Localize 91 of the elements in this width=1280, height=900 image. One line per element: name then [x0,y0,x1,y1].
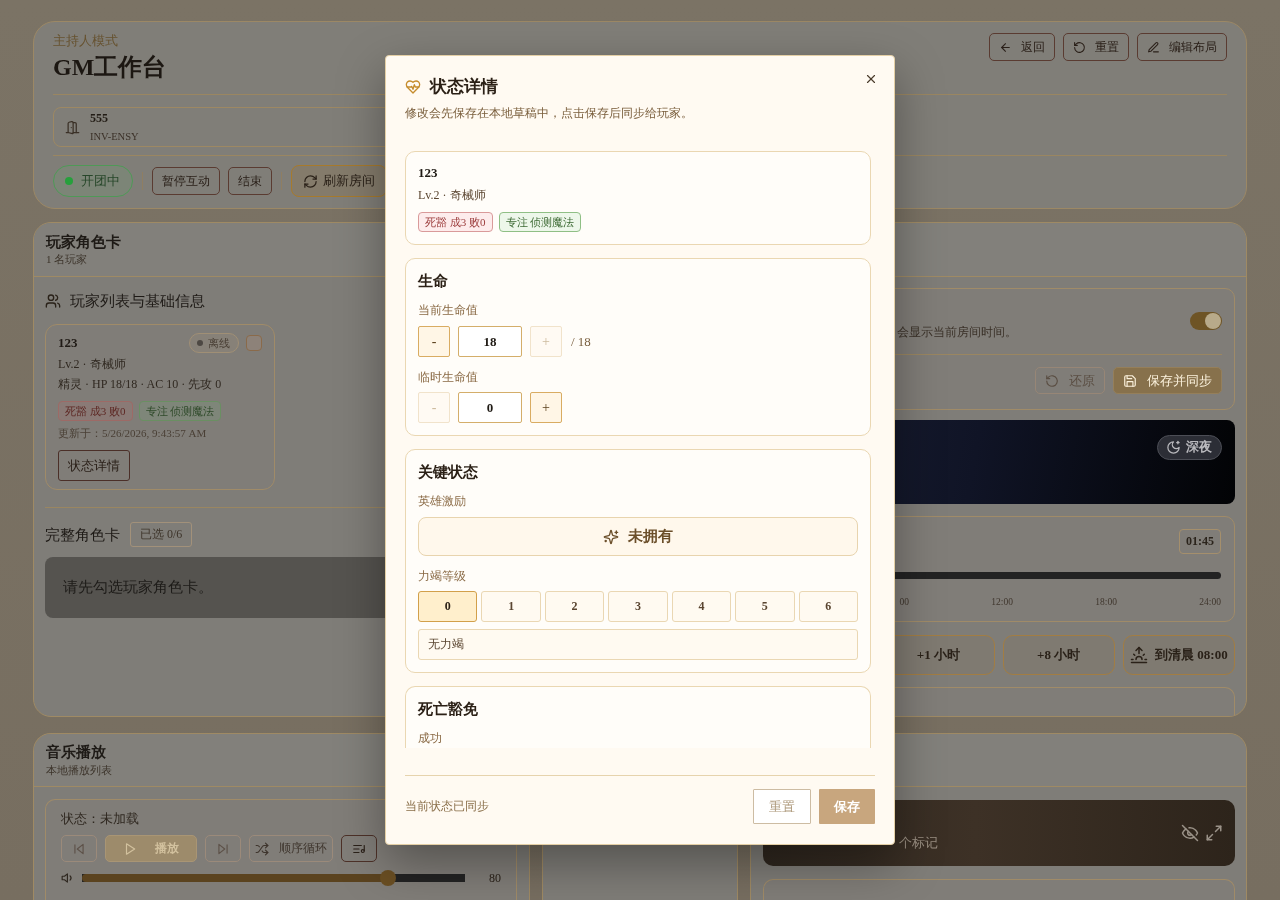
panel-title: 音乐播放 [46,743,106,762]
status-tag: 死豁 成3 败0 [418,212,493,232]
tick-label: 18:00 [1095,596,1117,609]
rotate-left-icon [1073,40,1086,54]
close-icon [864,72,878,86]
moon-icon [1166,440,1181,455]
updated-time: 更新于：5/26/2026, 9:43:57 AM [58,426,207,441]
heart-pulse-icon [405,79,421,95]
card-title: 关键状态 [418,463,478,482]
playback-status: 状态：未加载 [61,810,139,828]
arrow-left-icon [999,40,1012,54]
exhaustion-level-button[interactable]: 5 [735,591,795,622]
card-title: 生命 [418,272,448,291]
sync-status: 当前状态已同步 [405,798,489,815]
refresh-icon [303,173,318,189]
dialog-title: 状态详情 [430,76,498,98]
toggle-switch[interactable] [1190,312,1222,330]
hp-input[interactable]: 0 [458,392,522,423]
select-checkbox[interactable] [246,335,262,351]
edit-layout-button[interactable]: 编辑布局 [1137,33,1227,61]
play-icon [123,841,137,856]
pencil-icon [1147,40,1160,54]
end-session-button[interactable]: 结束 [228,167,272,195]
time-jump-button[interactable]: 到清晨 08:00 [1122,635,1235,675]
decrement-button[interactable]: - [418,326,450,357]
exhaustion-level-button[interactable]: 1 [481,591,541,622]
refresh-room-button[interactable]: 刷新房间 [291,165,387,197]
exhaustion-level-button[interactable]: 3 [608,591,668,622]
presence-label: 离线 [208,335,230,351]
session-status-label: 开团中 [81,172,120,190]
exhaustion-level-button[interactable]: 6 [798,591,858,622]
section-title: 完整角色卡 [45,525,120,545]
status-details-button[interactable]: 状态详情 [58,450,130,481]
users-icon [45,293,61,309]
exhaustion-level-button[interactable]: 0 [418,591,478,622]
shuffle-icon [255,841,269,856]
skip-forward-icon [216,841,230,856]
door-icon [65,118,80,136]
eye-off-icon[interactable] [1181,824,1199,842]
status-tag: 专注 侦测魔法 [498,212,582,232]
invite-code: INV-ENSY [90,130,139,143]
panel-subtitle: 本地播放列表 [46,763,112,777]
tick-label: 00 [899,596,909,609]
field-label: 临时生命值 [418,369,478,386]
exhaustion-note: 无力竭 [418,629,858,660]
field-label: 当前生命值 [418,302,478,319]
slider-thumb[interactable] [380,870,397,886]
speaker-icon [61,871,75,885]
current-time-badge: 01:45 [1179,529,1221,554]
mode-label: 主持人模式 [53,33,118,49]
max-hp: / 18 [571,333,591,350]
skip-back-icon [72,841,86,856]
field-label: 成功 [418,730,442,747]
rotate-left-icon [1045,373,1059,388]
panel-subtitle: 1 名玩家 [46,252,88,266]
status-tag: 死豁 成3 败0 [58,401,133,421]
player-name: 123 [418,164,438,182]
playlist-button[interactable] [341,835,377,862]
status-tag: 专注 侦测魔法 [138,401,222,421]
hp-input[interactable]: 18 [458,326,522,357]
volume-reading: 80 [488,870,501,886]
time-jump-button[interactable]: +8 小时 [1002,635,1115,675]
sparkle-icon [603,528,619,545]
increment-button[interactable]: + [530,392,562,423]
room-name: 555 [90,111,108,126]
field-label: 英雄激励 [418,493,466,510]
field-label: 力竭等级 [418,568,466,585]
dialog-description: 修改会先保存在本地草稿中，点击保存后同步给玩家。 [405,105,693,122]
marker-count: 个标记 [899,834,938,852]
section-title: 玩家列表与基础信息 [70,292,205,311]
card-title: 死亡豁免 [418,700,478,719]
inspiration-toggle[interactable]: 未拥有 [418,517,858,556]
time-of-day-label: 深夜 [1186,439,1212,456]
player-class: Lv.2 · 奇械师 [418,187,486,204]
tick-label: 24:00 [1199,596,1221,609]
status-dot-icon [65,177,73,185]
tick-label: 12:00 [991,596,1013,609]
selection-count-badge: 已选 0/6 [130,522,193,547]
sunrise-icon [1130,646,1149,664]
pause-interaction-button[interactable]: 暂停互动 [152,167,220,195]
page-title: GM工作台 [53,53,167,82]
setting-description: 会显示当前房间时间。 [897,324,1017,341]
back-button[interactable]: 返回 [989,33,1055,61]
player-name: 123 [58,335,78,351]
exhaustion-level-button[interactable]: 4 [671,591,732,622]
exhaustion-level-button[interactable]: 2 [544,591,605,622]
panel-title: 玩家角色卡 [46,233,121,252]
reset-layout-button[interactable]: 重置 [1063,33,1129,61]
player-stats: 精灵 · HP 18/18 · AC 10 · 先攻 0 [58,376,222,393]
expand-icon[interactable] [1205,824,1223,842]
player-class: Lv.2 · 奇械师 [58,356,126,373]
